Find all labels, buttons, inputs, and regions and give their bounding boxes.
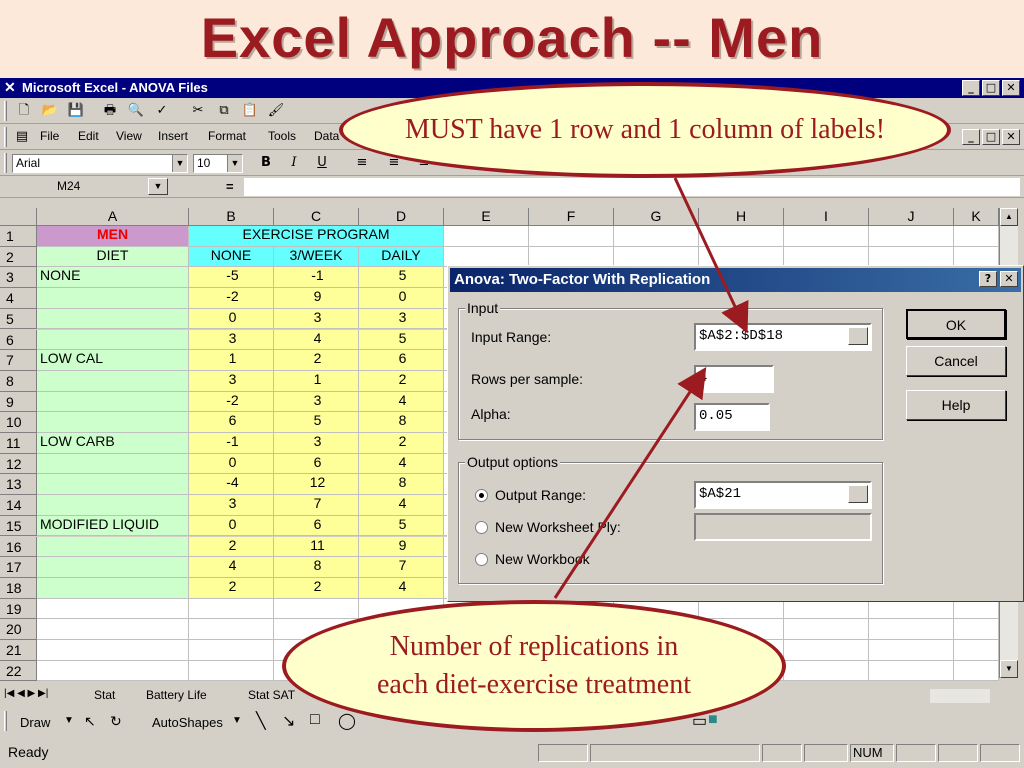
- callout-line-1: Number of replications in: [389, 631, 679, 662]
- callout-labels-note: MUST have 1 row and 1 column of labels!: [339, 82, 951, 178]
- arrow-to-input-range: [673, 177, 749, 334]
- callout-line-2: each diet-exercise treatment: [376, 669, 692, 700]
- callout-replications-note: Number of replications in each diet-exer…: [282, 600, 786, 732]
- arrow-to-rows-per-sample: [553, 366, 707, 599]
